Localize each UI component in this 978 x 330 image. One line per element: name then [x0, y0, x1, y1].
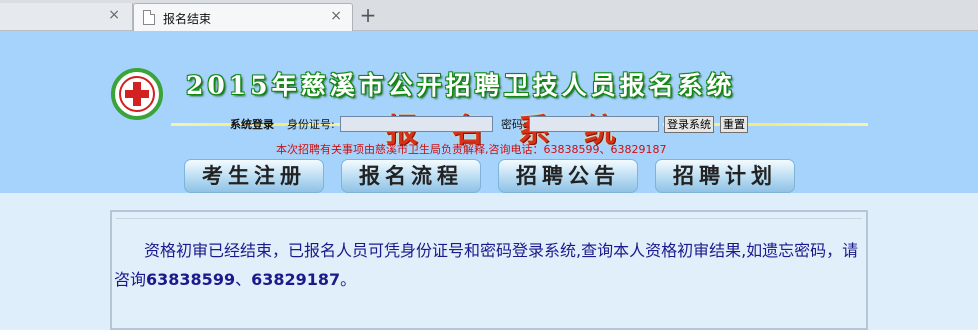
- header-banner: 2015年慈溪市公开招聘卫技人员报名系统 报名系统: [0, 31, 978, 193]
- login-section-label: 系统登录: [230, 118, 274, 131]
- password-label: 密码:: [501, 118, 527, 131]
- message-end: 。: [340, 270, 357, 289]
- contact-notice: 本次招聘有关事项由慈溪市卫生局负责解释,咨询电话：63838599、638291…: [276, 143, 667, 156]
- tab-previous[interactable]: ×: [0, 3, 133, 30]
- login-button[interactable]: 登录系统: [664, 116, 714, 133]
- browser-tab-strip: × 报名结束 × +: [0, 0, 978, 32]
- panel-inner-border: [116, 218, 862, 219]
- id-label: 身份证号:: [287, 118, 335, 131]
- tab-active[interactable]: 报名结束 ×: [133, 3, 353, 32]
- phone-number-2: 63829187: [251, 270, 341, 289]
- phone-separator: 、: [235, 270, 252, 289]
- password-input[interactable]: [529, 116, 659, 132]
- status-message: 资格初审已经结束，已报名人员可凭身份证号和密码登录系统,查询本人资格初审结果,如…: [114, 236, 864, 294]
- phone-number-1: 63838599: [146, 270, 236, 289]
- message-panel: 资格初审已经结束，已报名人员可凭身份证号和密码登录系统,查询本人资格初审结果,如…: [110, 210, 868, 330]
- reset-button[interactable]: 重置: [720, 116, 748, 133]
- red-cross-logo: [111, 68, 163, 120]
- tab-title: 报名结束: [163, 12, 212, 26]
- document-icon: [143, 10, 155, 25]
- close-icon[interactable]: ×: [330, 8, 342, 24]
- nav-process-button[interactable]: 报名流程: [341, 159, 481, 193]
- site-title: 2015年慈溪市公开招聘卫技人员报名系统: [186, 71, 736, 100]
- nav-announcement-button[interactable]: 招聘公告: [498, 159, 638, 193]
- nav-register-button[interactable]: 考生注册: [184, 159, 324, 193]
- nav-plan-button[interactable]: 招聘计划: [655, 159, 795, 193]
- new-tab-button[interactable]: +: [357, 3, 379, 29]
- id-number-input[interactable]: [340, 116, 493, 132]
- close-icon[interactable]: ×: [108, 7, 120, 23]
